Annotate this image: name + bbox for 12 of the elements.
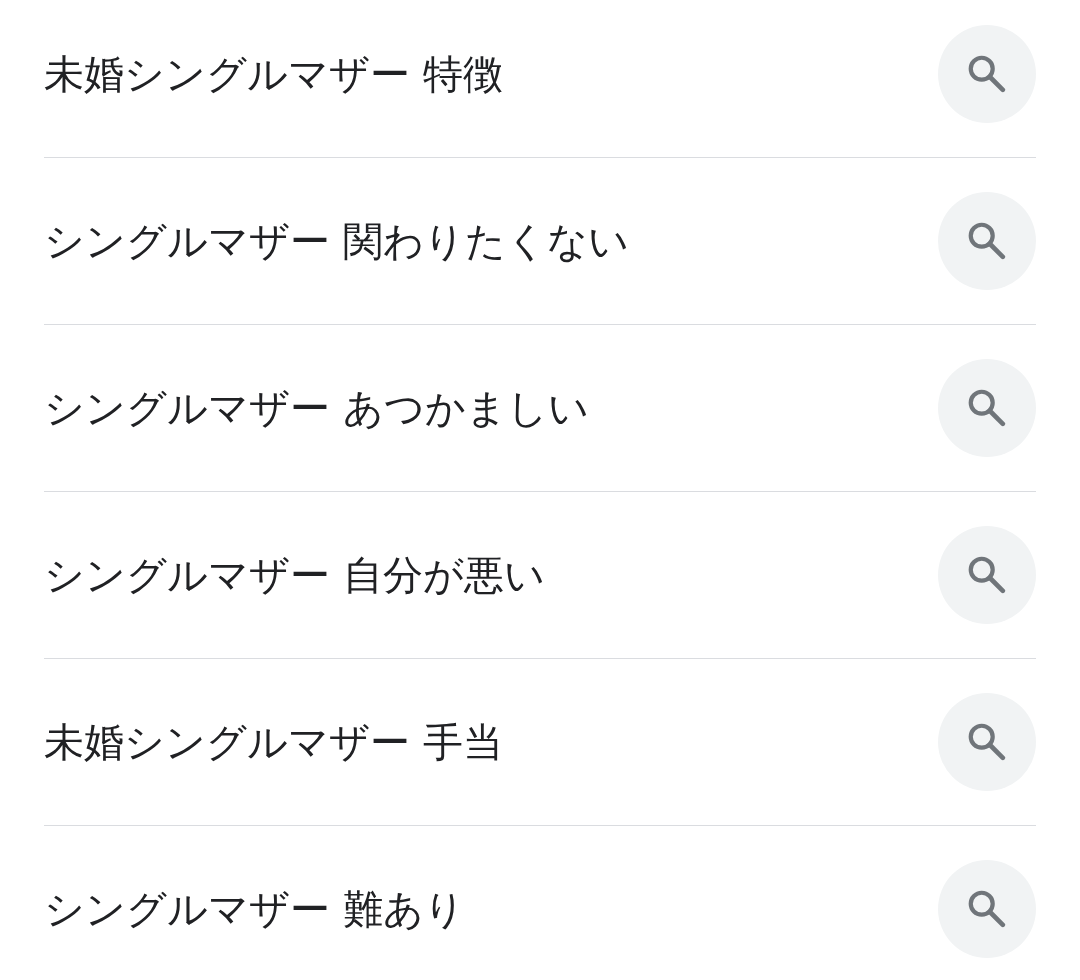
search-icon	[968, 723, 1006, 761]
suggestion-text[interactable]: シングルマザー あつかましい	[44, 384, 589, 432]
suggestion-text[interactable]: シングルマザー 自分が悪い	[44, 551, 545, 599]
search-icon	[968, 556, 1006, 594]
search-icon	[968, 55, 1006, 93]
suggestion-text[interactable]: 未婚シングルマザー 手当	[44, 718, 503, 766]
search-icon	[968, 890, 1006, 928]
suggestion-text[interactable]: シングルマザー 関わりたくない	[44, 217, 629, 265]
search-icon	[968, 389, 1006, 427]
suggestion-text[interactable]: 未婚シングルマザー 特徴	[44, 50, 503, 98]
suggestion-text[interactable]: シングルマザー 難あり	[44, 885, 465, 933]
search-icon	[968, 222, 1006, 260]
